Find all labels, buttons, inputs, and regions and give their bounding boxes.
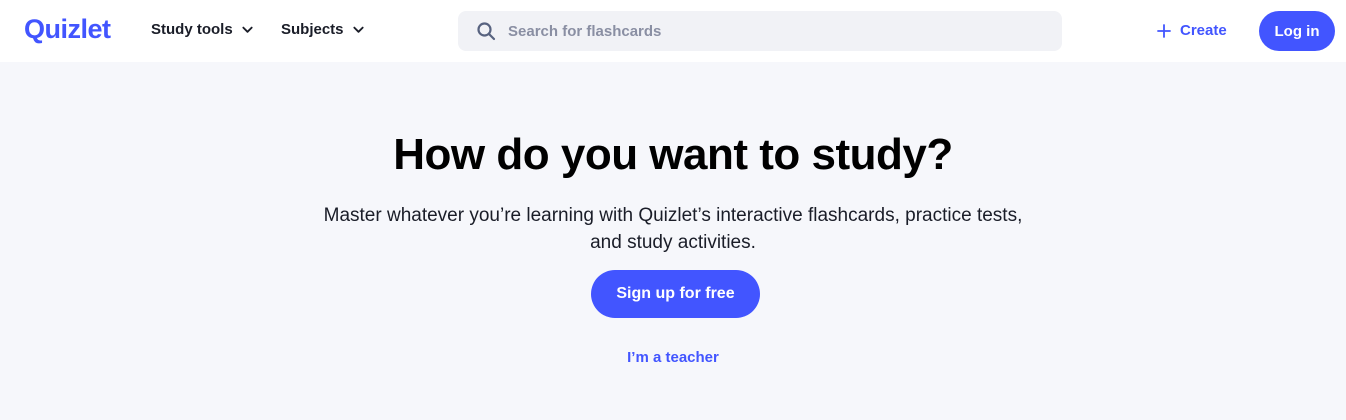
create-label: Create: [1180, 22, 1227, 39]
search-input[interactable]: [508, 22, 1048, 40]
chevron-down-icon: [242, 26, 253, 33]
create-button[interactable]: Create: [1157, 22, 1227, 39]
search-icon: [477, 22, 496, 41]
login-button[interactable]: Log in: [1259, 11, 1335, 51]
hero-subtitle: Master whatever you’re learning with Qui…: [0, 202, 1346, 256]
signup-button[interactable]: Sign up for free: [591, 270, 760, 318]
nav-subjects-label: Subjects: [281, 21, 344, 38]
hero-title: How do you want to study?: [393, 130, 953, 179]
hero-subtitle-line2: and study activities.: [590, 232, 756, 253]
nav-study-tools[interactable]: Study tools: [151, 21, 254, 38]
search-bar[interactable]: [458, 11, 1062, 51]
nav-study-tools-label: Study tools: [151, 21, 233, 38]
teacher-link[interactable]: I’m a teacher: [627, 349, 719, 366]
chevron-down-icon: [352, 26, 364, 33]
hero-subtitle-line1: Master whatever you’re learning with Qui…: [323, 205, 1023, 226]
teacher-link-row: I’m a teacher: [0, 349, 1346, 366]
quizlet-logo[interactable]: Quizlet: [24, 14, 111, 45]
plus-icon: [1157, 23, 1171, 38]
nav-subjects[interactable]: Subjects: [281, 21, 365, 38]
top-navigation-bar: Quizlet Study tools Subjects Create Log …: [0, 0, 1346, 62]
